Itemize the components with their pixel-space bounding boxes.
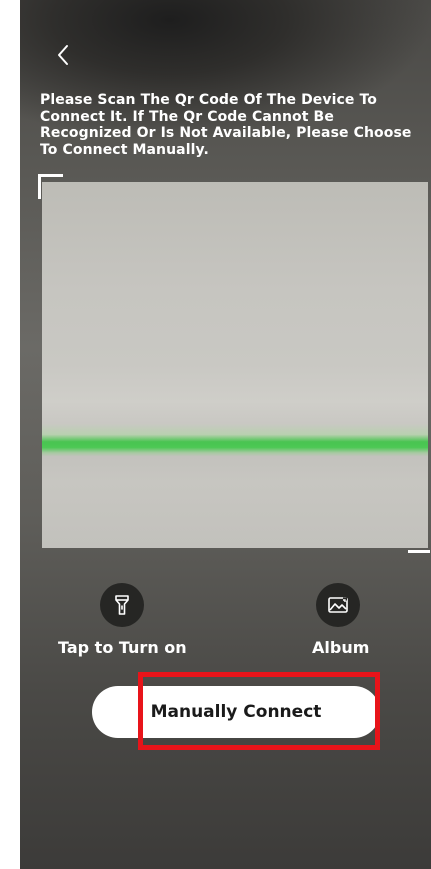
manually-connect-button[interactable]: Manually Connect	[92, 686, 380, 738]
camera-viewfinder	[42, 182, 428, 548]
scan-frame-corner-bottom-right	[408, 530, 430, 553]
flashlight-button[interactable]	[100, 583, 144, 627]
flashlight-label: Tap to Turn on	[58, 638, 187, 657]
scan-instructions: Please Scan The Qr Code Of The Device To…	[40, 92, 412, 158]
chevron-left-icon	[58, 45, 68, 65]
back-button[interactable]	[52, 40, 76, 70]
scan-screen: Please Scan The Qr Code Of The Device To…	[20, 0, 431, 869]
image-icon	[328, 597, 348, 613]
album-label: Album	[312, 638, 370, 657]
scan-frame-corner-top-left	[38, 174, 63, 199]
flashlight-icon	[115, 595, 129, 615]
album-button[interactable]	[316, 583, 360, 627]
